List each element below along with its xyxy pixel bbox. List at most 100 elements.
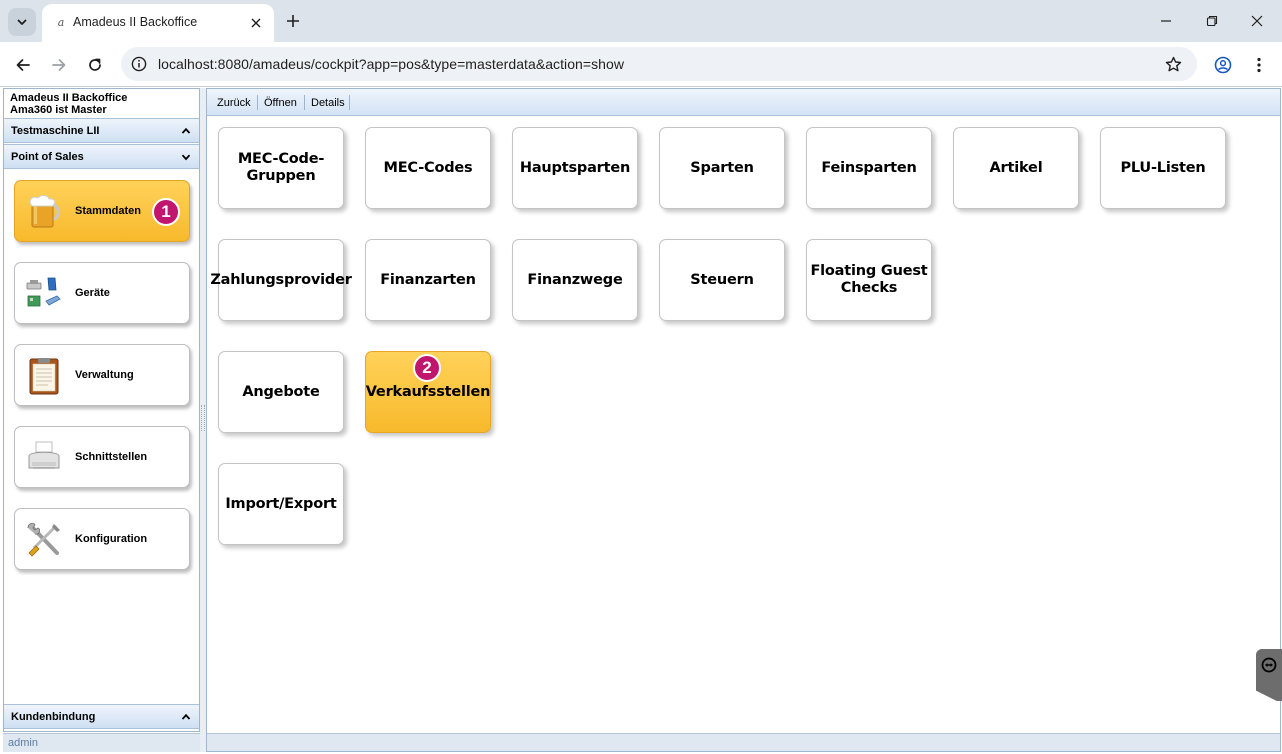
- section-label: Point of Sales: [11, 151, 84, 163]
- tab-close-button[interactable]: [246, 13, 266, 33]
- new-tab-button[interactable]: [282, 10, 304, 32]
- tile-finanzwege[interactable]: Finanzwege: [512, 239, 638, 321]
- section-point-of-sales[interactable]: Point of Sales: [4, 144, 199, 169]
- user-status-bar: admin: [3, 733, 200, 752]
- toolbar-separator: [257, 95, 258, 110]
- section-kundenbindung[interactable]: Kundenbindung: [4, 704, 199, 729]
- sidebar-item-stammdaten[interactable]: Stammdaten 1: [14, 180, 190, 242]
- tab-title: Amadeus II Backoffice: [73, 15, 198, 29]
- main-toolbar: Zurück Öffnen Details: [207, 89, 1280, 116]
- forward-button[interactable]: [46, 52, 72, 78]
- tools-icon: [27, 522, 60, 557]
- app-title-line1: Amadeus II Backoffice: [10, 92, 128, 104]
- user-name: admin: [8, 737, 38, 749]
- profile-button[interactable]: [1210, 52, 1236, 78]
- tile-label: Verkaufsstellen: [365, 383, 491, 400]
- sidebar-item-label: Stammdaten: [75, 205, 142, 217]
- sidebar-item-verwaltung[interactable]: Verwaltung: [14, 344, 190, 406]
- tile-finanzarten[interactable]: Finanzarten: [365, 239, 491, 321]
- restore-icon: [1206, 15, 1218, 27]
- chevron-down-icon: [180, 151, 192, 163]
- tile-label: Angebote: [242, 383, 320, 400]
- app-title: Amadeus II Backoffice Ama360 ist Master: [10, 92, 127, 116]
- reload-icon: [89, 58, 101, 71]
- tab-list-button[interactable]: [8, 8, 36, 36]
- sidebar: Amadeus II Backoffice Ama360 ist Master …: [3, 88, 200, 732]
- tile-sparten[interactable]: Sparten: [659, 127, 785, 209]
- url-text: localhost:8080/amadeus/cockpit?app=pos&t…: [158, 56, 624, 72]
- browser-divider: [0, 86, 1282, 87]
- main-panel: Zurück Öffnen Details MEC-Code- Gruppen M…: [206, 88, 1281, 752]
- tile-import-export[interactable]: Import/Export: [218, 463, 344, 545]
- tile-label: Sparten: [690, 159, 754, 176]
- back-toolbar-button[interactable]: Zurück: [217, 97, 251, 109]
- tile-label: Feinsparten: [821, 159, 917, 176]
- open-toolbar-button[interactable]: Öffnen: [264, 97, 297, 109]
- browser-tab[interactable]: a Amadeus II Backoffice: [42, 4, 274, 42]
- tile-label: Hauptsparten: [519, 159, 631, 176]
- app-title-line2: Ama360 ist Master: [10, 104, 107, 116]
- browser-menu-button[interactable]: [1246, 52, 1272, 78]
- toolbar-separator: [349, 95, 350, 110]
- main-status-bar: [207, 733, 1280, 751]
- tile-label: Finanzwege: [527, 271, 623, 288]
- tile-label: Floating Guest Checks: [810, 263, 928, 296]
- tile-mec-code-gruppen[interactable]: MEC-Code- Gruppen: [218, 127, 344, 209]
- browser-tabstrip: a Amadeus II Backoffice: [0, 0, 1282, 42]
- tile-label: Import/Export: [225, 495, 337, 512]
- profile-icon: [1214, 56, 1232, 74]
- favicon-icon: a: [57, 15, 65, 29]
- sidebar-item-label: Schnittstellen: [75, 451, 148, 463]
- tile-floating-guest-checks[interactable]: Floating Guest Checks: [806, 239, 932, 321]
- tile-feinsparten[interactable]: Feinsparten: [806, 127, 932, 209]
- tile-steuern[interactable]: Steuern: [659, 239, 785, 321]
- splitter-grip[interactable]: [201, 405, 205, 431]
- tile-label: Steuern: [690, 271, 754, 288]
- step-badge: 2: [413, 354, 441, 382]
- close-icon: [1251, 15, 1263, 27]
- tile-plu-listen[interactable]: PLU-Listen: [1100, 127, 1226, 209]
- sidebar-item-label: Verwaltung: [75, 369, 134, 381]
- section-label: Testmaschine LII: [11, 125, 100, 137]
- bookmark-star-icon[interactable]: [1163, 54, 1183, 74]
- sidebar-item-schnittstellen[interactable]: Schnittstellen: [14, 426, 190, 488]
- sidebar-item-label: Konfiguration: [75, 533, 148, 545]
- tile-mec-codes[interactable]: MEC-Codes: [365, 127, 491, 209]
- section-label: Kundenbindung: [11, 711, 96, 723]
- chevron-up-icon: [180, 711, 192, 723]
- arrow-left-icon: [16, 59, 30, 71]
- clipboard-icon: [29, 358, 59, 395]
- sidebar-item-label: Geräte: [75, 287, 110, 299]
- beer-mug-icon: [29, 195, 60, 228]
- window-close-button[interactable]: [1246, 10, 1268, 32]
- tile-label: MEC-Code- Gruppen: [237, 151, 325, 184]
- tile-artikel[interactable]: Artikel: [953, 127, 1079, 209]
- tile-verkaufsstellen[interactable]: Verkaufsstellen 2: [365, 351, 491, 433]
- tile-angebote[interactable]: Angebote: [218, 351, 344, 433]
- minimize-button[interactable]: [1155, 10, 1177, 32]
- tile-hauptsparten[interactable]: Hauptsparten: [512, 127, 638, 209]
- tile-label: Zahlungsprovider: [210, 271, 352, 288]
- site-info-icon[interactable]: [130, 55, 148, 73]
- tile-zahlungsprovider[interactable]: Zahlungsprovider: [210, 239, 352, 321]
- tile-label: PLU-Listen: [1120, 159, 1206, 176]
- arrow-right-icon: [52, 59, 66, 71]
- devices-icon: [26, 277, 61, 307]
- tile-label: MEC-Codes: [383, 159, 473, 176]
- close-icon: [251, 18, 261, 28]
- toolbar-separator: [304, 95, 305, 110]
- plus-icon: [287, 15, 299, 27]
- tile-label: Finanzarten: [380, 271, 476, 288]
- back-button[interactable]: [10, 52, 36, 78]
- sidebar-item-geraete[interactable]: Geräte: [14, 262, 190, 324]
- chevron-down-icon: [17, 19, 27, 25]
- details-toolbar-button[interactable]: Details: [311, 97, 345, 109]
- sidebar-item-konfiguration[interactable]: Konfiguration: [14, 508, 190, 570]
- restore-button[interactable]: [1201, 10, 1223, 32]
- reload-button[interactable]: [82, 52, 108, 78]
- address-bar[interactable]: localhost:8080/amadeus/cockpit?app=pos&t…: [121, 47, 1197, 81]
- section-testmaschine[interactable]: Testmaschine LII: [4, 118, 199, 143]
- remote-support-icon: [1261, 657, 1277, 673]
- step-badge: 1: [152, 198, 180, 226]
- more-vert-icon: [1257, 57, 1261, 73]
